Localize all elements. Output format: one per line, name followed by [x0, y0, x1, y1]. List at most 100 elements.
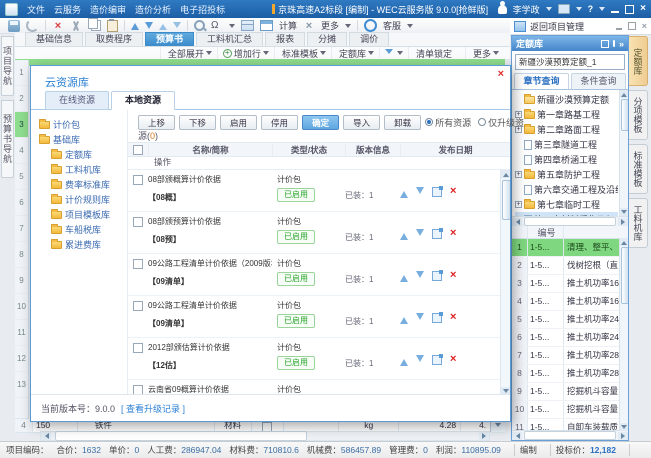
chapter-tree-item[interactable]: + 第二章路面工程	[515, 122, 618, 137]
list-vertical-scrollbar[interactable]	[619, 238, 628, 431]
panel-close-icon[interactable]	[642, 21, 647, 31]
chapter-tree-item[interactable]: 第四章桥涵工程	[515, 152, 618, 167]
resource-row[interactable]: 云南省09概算计价依据 【09概】 计价包	[128, 380, 500, 395]
row-checkbox[interactable]	[133, 259, 143, 269]
side-tab[interactable]: 工料机库	[629, 198, 648, 248]
chapter-tree-item[interactable]: 第八章材料采集及加工	[515, 212, 618, 216]
maximize-button[interactable]	[625, 5, 634, 14]
row-export-icon[interactable]	[432, 313, 442, 323]
row-checkbox[interactable]	[133, 343, 143, 353]
more-caret-icon[interactable]	[345, 24, 351, 31]
dialog-close-icon[interactable]	[498, 69, 504, 80]
copy-icon[interactable]	[91, 20, 101, 31]
jump-down-icon[interactable]	[173, 22, 181, 32]
list-scroll-up-icon[interactable]	[620, 238, 628, 246]
calculate-icon[interactable]	[260, 20, 273, 31]
table-icon[interactable]	[241, 20, 254, 31]
quota-list-row[interactable]: 5 1-5... 推土机功率24	[512, 311, 619, 329]
scroll-right-icon[interactable]	[479, 432, 489, 440]
dialog-action-button[interactable]: 上移	[138, 115, 175, 130]
dialog-action-button[interactable]: 卸载	[384, 115, 421, 130]
quota-list-row[interactable]: 6 1-5... 推土机功率24	[512, 329, 619, 347]
row-move-down-icon[interactable]	[416, 355, 424, 366]
user-menu[interactable]: 李学政	[513, 3, 540, 16]
upgrade-only-option[interactable]: 仅升级资	[478, 116, 524, 129]
chapter-tree-item[interactable]: + 第一章路基工程	[515, 107, 618, 122]
row-move-up-icon[interactable]	[400, 271, 408, 282]
dialog-scrollbar-thumb[interactable]	[502, 180, 510, 220]
return-project-label[interactable]: 返回项目管理	[530, 20, 584, 33]
view-upgrade-log-link[interactable]: [ 查看升级记录 ]	[121, 402, 185, 415]
quota-list-row[interactable]: 11 1-5... 自卸车装载质	[512, 419, 619, 430]
dialog-action-button[interactable]: 启用	[220, 115, 257, 130]
quota-list-row[interactable]: 4 1-5... 推土机功率16	[512, 293, 619, 311]
share-icon[interactable]	[558, 4, 570, 14]
quota-list-row[interactable]: 7 1-5... 推土机功率28	[512, 347, 619, 365]
resource-tree-item[interactable]: 项目模板库	[39, 207, 127, 222]
panel-minimize-icon[interactable]	[616, 28, 622, 30]
main-tab[interactable]: 报表	[265, 32, 305, 46]
main-tab[interactable]: 取费程序	[85, 32, 143, 46]
resource-row[interactable]: 09公路工程清单计价依据（2009版本） 【09清单】 计价包 已启用 已装：1	[128, 254, 500, 296]
budget-book-navigation-tab[interactable]: 预算书导航	[1, 100, 14, 178]
resource-tree-item[interactable]: 基础库	[39, 132, 127, 147]
dialog-action-button[interactable]: 下移	[179, 115, 216, 130]
chapter-tree-item[interactable]: + 第七章临时工程	[515, 197, 618, 212]
panel-maximize-icon[interactable]	[628, 22, 636, 30]
help-icon[interactable]	[588, 4, 594, 14]
menu-item[interactable]: 造价分析	[135, 3, 171, 16]
list-scrollbar-thumb[interactable]	[621, 247, 628, 304]
list-hscrollbar-thumb[interactable]	[524, 431, 616, 440]
customer-service-button[interactable]: 客服	[383, 19, 401, 32]
close-button[interactable]	[640, 4, 646, 14]
symbol-omega-icon[interactable]	[211, 20, 223, 32]
tree-scroll-down-icon[interactable]	[620, 208, 628, 216]
collapse-panel-icon[interactable]	[619, 39, 624, 49]
tree-scroll-right-icon[interactable]	[618, 218, 628, 226]
row-move-up-icon[interactable]	[400, 187, 408, 198]
dialog-vertical-scrollbar[interactable]	[500, 170, 510, 395]
list-horizontal-scrollbar[interactable]	[512, 430, 628, 440]
main-tab[interactable]: 预算书	[145, 32, 194, 46]
main-tab[interactable]: 工料机汇总	[196, 32, 263, 46]
sub-toolbar-item[interactable]: 定额库	[331, 47, 379, 60]
row-delete-icon[interactable]	[450, 355, 456, 364]
all-resources-option[interactable]: 所有资源	[425, 116, 471, 129]
resource-tree-item[interactable]: 车船税库	[39, 222, 127, 237]
row-move-down-icon[interactable]	[416, 229, 424, 240]
sub-toolbar-item[interactable]: 增加行	[217, 47, 274, 60]
chapter-tree-item[interactable]: 第六章交通工程及沿线设施	[515, 182, 618, 197]
chapter-tree-item[interactable]: + 第五章防护工程	[515, 167, 618, 182]
side-tab[interactable]: 定额库	[629, 36, 648, 86]
main-tab[interactable]: 基础信息	[25, 32, 83, 46]
menu-item[interactable]: 文件	[27, 3, 45, 16]
omega-caret-icon[interactable]	[229, 24, 235, 31]
customer-service-icon[interactable]	[364, 19, 377, 32]
dialog-scroll-up-icon[interactable]	[501, 170, 510, 178]
resource-tree-item[interactable]: 工料机库	[39, 162, 127, 177]
sub-toolbar-item[interactable]: 全部展开	[160, 47, 217, 60]
row-delete-icon[interactable]	[450, 187, 456, 196]
return-project-bar[interactable]: 返回项目管理	[510, 18, 651, 35]
chapter-tree-item[interactable]: 第三章隧道工程	[515, 137, 618, 152]
menu-item[interactable]: 造价编审	[90, 3, 126, 16]
float-panel-icon[interactable]	[601, 40, 609, 48]
menu-item[interactable]: 云服务	[54, 3, 81, 16]
resource-tree-item[interactable]: 计价规则库	[39, 192, 127, 207]
more-button[interactable]: 更多	[321, 19, 339, 32]
quota-list-row[interactable]: 1 1-5... 清理、整平、	[512, 239, 619, 257]
row-export-icon[interactable]	[432, 187, 442, 197]
undo-icon[interactable]	[26, 19, 39, 32]
expand-icon[interactable]: +	[515, 201, 522, 208]
sub-toolbar-item[interactable]: 清单锁定	[408, 47, 465, 60]
row-checkbox[interactable]	[133, 217, 143, 227]
resource-row[interactable]: 09公路工程清单计价依据 【09清单】 计价包 已启用 已装：1	[128, 296, 500, 338]
expand-icon[interactable]: +	[515, 171, 522, 178]
jump-up-icon[interactable]	[159, 20, 167, 30]
quota-list-row[interactable]: 10 1-5... 挖掘机斗容量	[512, 401, 619, 419]
row-delete-icon[interactable]	[450, 271, 456, 280]
help-caret-icon[interactable]	[599, 7, 605, 14]
row-move-down-icon[interactable]	[416, 313, 424, 324]
sub-toolbar-item[interactable]	[379, 48, 408, 58]
side-tab[interactable]: 标准模板	[629, 144, 648, 194]
